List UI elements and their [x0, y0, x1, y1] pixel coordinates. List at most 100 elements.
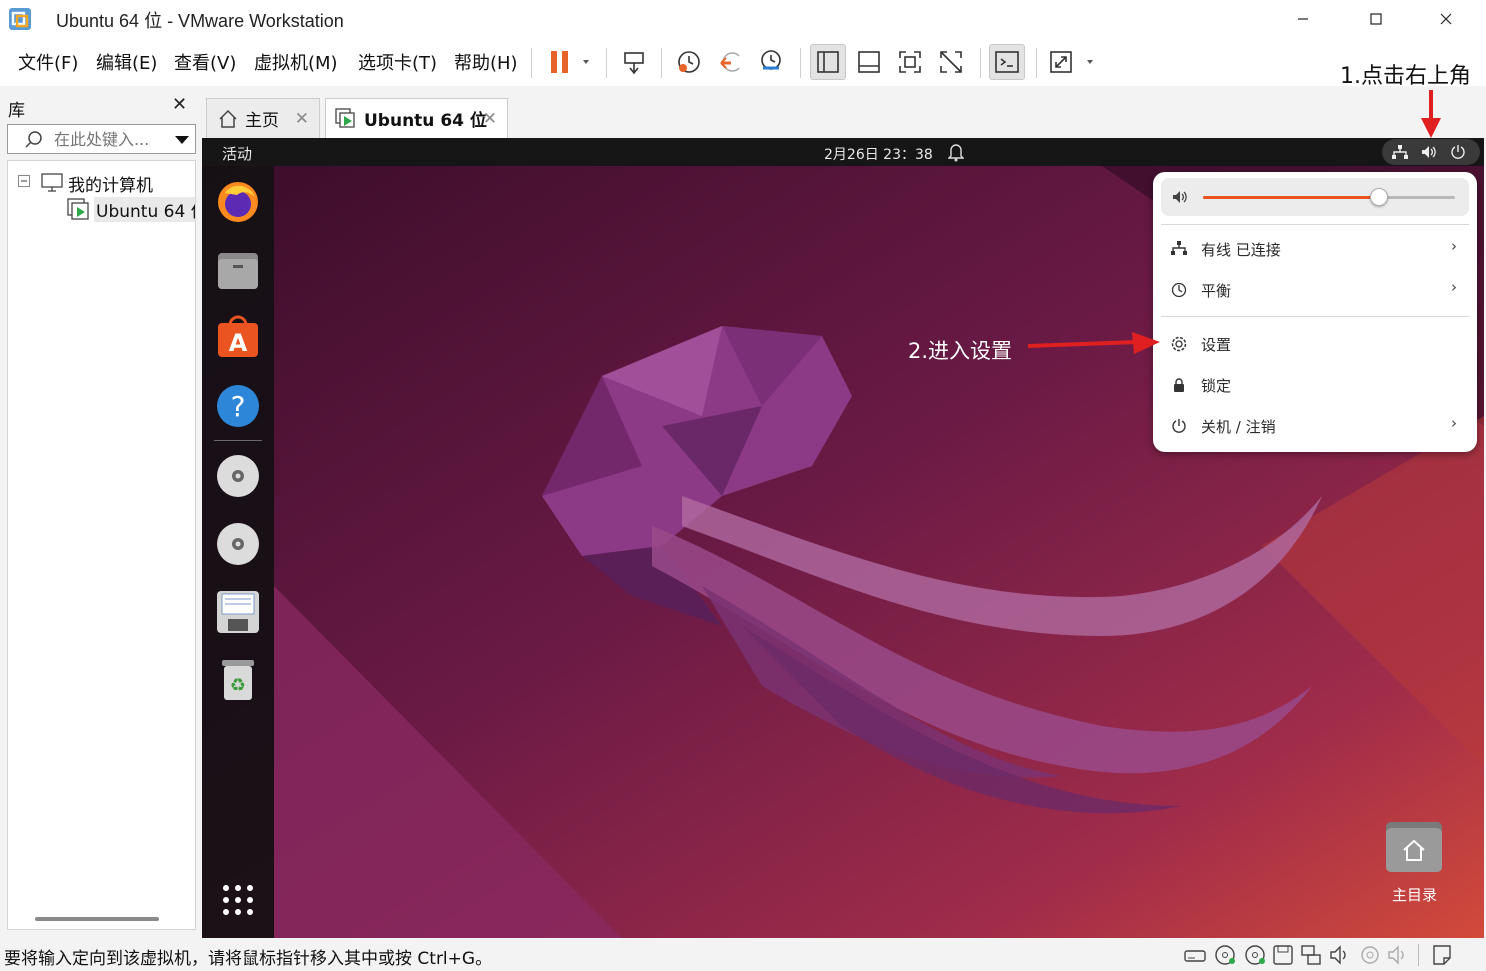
library-title: 库: [8, 101, 25, 121]
close-icon: [1440, 13, 1452, 25]
tab-label: 主页: [245, 111, 279, 131]
app-grid-icon: [223, 885, 253, 915]
notification-bell-icon: [948, 144, 964, 162]
library-search-input[interactable]: [54, 129, 174, 149]
system-tray-button[interactable]: [1382, 139, 1480, 165]
maximize-icon: [1370, 13, 1382, 25]
chevron-right-icon: ›: [1451, 237, 1457, 255]
pause-button[interactable]: [540, 44, 596, 80]
cd-dvd-icon[interactable]: [1243, 943, 1267, 967]
snapshot-button[interactable]: [671, 44, 707, 80]
sidebar-layout-icon: [817, 51, 839, 73]
usb-device-icon[interactable]: [1358, 943, 1382, 967]
power-icon: [1451, 145, 1465, 159]
dock-optical-drive-2[interactable]: [214, 520, 262, 568]
menu-vm[interactable]: 虚拟机(M): [254, 49, 338, 75]
clock[interactable]: 2月26日 23：38: [824, 144, 933, 164]
tab-close-icon[interactable]: ✕: [295, 109, 309, 129]
menu-edit[interactable]: 编辑(E): [96, 49, 157, 75]
dock-firefox[interactable]: [214, 178, 262, 226]
home-folder-label: 主目录: [1392, 886, 1438, 904]
gnome-top-bar: 活动 2月26日 23：38: [202, 138, 1484, 166]
dock-trash[interactable]: ♻: [214, 656, 262, 704]
dock-optical-drive-1[interactable]: [214, 452, 262, 500]
volume-slider[interactable]: [1203, 188, 1455, 206]
power-profile-icon: [1171, 282, 1187, 298]
tab-close-icon[interactable]: ✕: [483, 109, 497, 129]
help-icon: ?: [217, 385, 259, 427]
revert-icon: [720, 52, 740, 72]
menu-tabs[interactable]: 选项卡(T): [358, 49, 437, 75]
library-close-button[interactable]: ✕: [172, 94, 187, 115]
maximize-button[interactable]: [1341, 0, 1411, 38]
stretch-guest-button[interactable]: [1045, 44, 1101, 80]
show-apps-button[interactable]: [214, 876, 262, 924]
close-button[interactable]: [1411, 0, 1481, 38]
show-thumbnail-bar-button[interactable]: [851, 44, 887, 80]
hard-disk-icon[interactable]: [1183, 943, 1207, 967]
snapshot-clock-icon: [678, 51, 700, 73]
svg-text:♻: ♻: [230, 675, 246, 696]
title-bar: Ubuntu 64 位 - VMware Workstation: [0, 0, 1486, 38]
home-folder-icon[interactable]: [1386, 820, 1442, 876]
dock-software[interactable]: A: [214, 314, 262, 362]
volume-slider-handle[interactable]: [1370, 188, 1389, 206]
message-log-icon[interactable]: [1430, 943, 1454, 967]
lock-icon: [1174, 378, 1184, 392]
dock-help[interactable]: ?: [214, 382, 262, 430]
terminal-icon: [995, 51, 1019, 73]
annotation-arrow-right-icon: [1027, 332, 1160, 354]
menu-item-power-profile[interactable]: 平衡 ›: [1161, 271, 1469, 309]
tree-item-ubuntu-vm[interactable]: Ubuntu 64 位: [94, 197, 195, 222]
annotation-step1: 1.点击右上角: [1340, 64, 1471, 89]
menu-toolbar: 文件(F) 编辑(E) 查看(V) 虚拟机(M) 选项卡(T) 帮助(H): [0, 38, 1486, 86]
vm-display[interactable]: 活动 2月26日 23：38 A ? ♻ 主目录 有线 已连接 › 平衡 › 设…: [202, 138, 1484, 938]
chevron-down-icon[interactable]: [175, 135, 189, 145]
full-screen-button[interactable]: [892, 44, 928, 80]
menu-item-wired-network[interactable]: 有线 已连接 ›: [1161, 230, 1469, 268]
firefox-icon: [218, 182, 258, 222]
tree-item-my-computer[interactable]: 我的计算机: [68, 171, 153, 196]
chevron-right-icon: ›: [1451, 278, 1457, 296]
menu-item-label: 锁定: [1201, 377, 1232, 395]
menu-view[interactable]: 查看(V): [174, 49, 236, 75]
menu-file[interactable]: 文件(F): [18, 49, 78, 75]
unity-mode-button[interactable]: [933, 44, 969, 80]
snapshot-manager-button[interactable]: [753, 44, 789, 80]
files-folder-icon: [218, 253, 258, 289]
vmware-app-icon: [9, 8, 31, 30]
sound-card-icon[interactable]: [1328, 943, 1352, 967]
dock-floppy[interactable]: [214, 588, 262, 636]
menu-help[interactable]: 帮助(H): [454, 49, 518, 75]
show-library-button[interactable]: [810, 44, 846, 80]
optical-disc-icon: [217, 523, 259, 565]
send-ctrl-alt-del-button[interactable]: [616, 44, 652, 80]
cd-dvd-icon[interactable]: [1213, 943, 1237, 967]
sound-icon[interactable]: [1386, 943, 1410, 967]
library-panel: 库 ✕ 我的计算机: [0, 88, 200, 938]
network-adapter-icon[interactable]: [1299, 943, 1323, 967]
dock-files[interactable]: [214, 246, 262, 294]
window-title: Ubuntu 64 位 - VMware Workstation: [56, 11, 344, 31]
library-scrollbar[interactable]: [35, 917, 159, 921]
tab-home[interactable]: 主页 ✕: [206, 98, 320, 138]
menu-item-label: 关机 / 注销: [1201, 418, 1276, 436]
menu-item-power-off[interactable]: 关机 / 注销 ›: [1161, 407, 1469, 445]
menu-item-lock[interactable]: 锁定: [1161, 366, 1469, 404]
collapse-toggle-icon[interactable]: [18, 175, 30, 187]
vmware-window: Ubuntu 64 位 - VMware Workstation 文件(F) 编…: [0, 0, 1486, 971]
floppy-icon[interactable]: [1271, 943, 1295, 967]
toolbar-separator: [661, 48, 662, 78]
activities-button[interactable]: 活动: [222, 143, 252, 164]
minimize-button[interactable]: [1268, 0, 1338, 38]
revert-snapshot-button[interactable]: [713, 44, 749, 80]
tab-ubuntu[interactable]: Ubuntu 64 位 ✕: [325, 98, 508, 138]
menu-item-settings[interactable]: 设置: [1161, 325, 1469, 363]
network-wired-icon: [1392, 145, 1408, 159]
ubuntu-dock: A ? ♻: [202, 166, 274, 938]
dock-separator: [214, 440, 262, 441]
console-view-button[interactable]: [989, 44, 1025, 80]
keyboard-send-icon: [624, 52, 644, 75]
trash-icon: ♻: [222, 660, 254, 700]
chevron-right-icon: ›: [1451, 414, 1457, 432]
